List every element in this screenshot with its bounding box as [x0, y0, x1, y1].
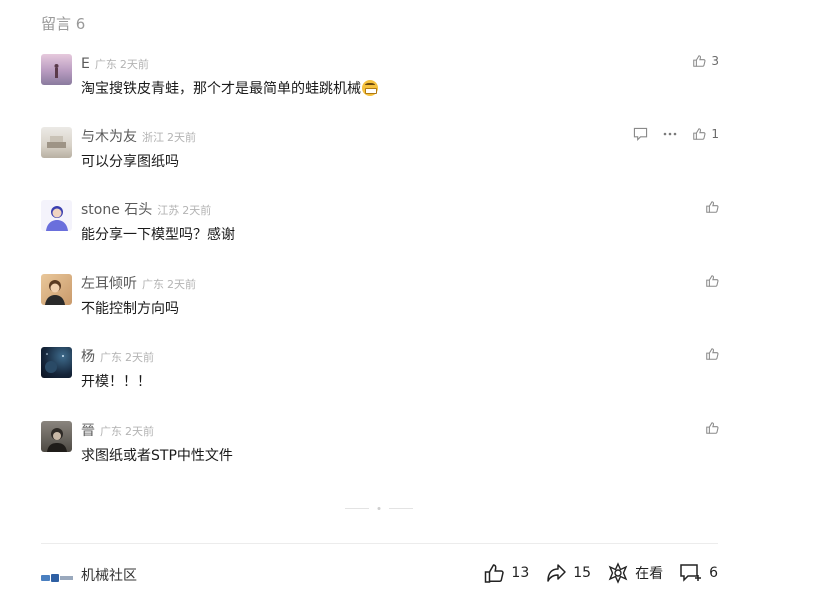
like-button[interactable] [705, 274, 719, 288]
comment-content: 可以分享图纸吗 [81, 154, 179, 170]
like-button[interactable] [705, 421, 719, 435]
comment-nickname[interactable]: 左耳倾听 [81, 276, 137, 292]
comment-nickname[interactable]: stone 石头 [81, 202, 152, 218]
like-button[interactable] [705, 200, 719, 214]
thumbs-up-icon [706, 275, 719, 287]
avatar[interactable] [41, 274, 72, 305]
footer-share-button[interactable]: 15 [545, 562, 591, 584]
footer-actions: 13 15 在看 6 [483, 562, 718, 584]
footer-like-button[interactable]: 13 [483, 562, 529, 584]
footer-wow-button[interactable]: 在看 [607, 562, 663, 584]
thumbs-up-icon [706, 201, 719, 213]
like-button[interactable] [705, 347, 719, 361]
comment-time: 2天前 [125, 351, 154, 364]
brand-name: 机械社区 [81, 568, 137, 584]
reply-bubble-icon [634, 127, 648, 141]
like-button[interactable]: 3 [692, 54, 719, 68]
comment-location: 广东 [100, 425, 122, 438]
thumbs-up-icon [485, 564, 505, 583]
thumbs-up-icon [706, 348, 719, 360]
more-dots-icon [664, 132, 677, 136]
like-button[interactable]: 1 [692, 127, 719, 141]
grin-emoji-icon [362, 80, 378, 96]
comment-content: 能分享一下模型吗？感谢 [81, 227, 235, 243]
comments-title: 留言 6 [41, 15, 86, 33]
avatar[interactable] [41, 421, 72, 452]
comment-content: 淘宝搜铁皮青蛙，那个才是最简单的蛙跳机械 [81, 79, 378, 99]
footer-like-count: 13 [511, 565, 530, 581]
thumbs-up-icon [693, 128, 706, 140]
comment-item: E 广东 2天前 淘宝搜铁皮青蛙，那个才是最简单的蛙跳机械 3 [41, 54, 719, 104]
like-count: 3 [711, 54, 719, 68]
comment-item: 与木为友 浙江 2天前 可以分享图纸吗 1 [41, 127, 719, 177]
comment-time: 2天前 [125, 425, 154, 438]
comment-nickname[interactable]: E [81, 56, 90, 72]
avatar[interactable] [41, 347, 72, 378]
comment-location: 广东 [94, 58, 117, 71]
comment-content: 不能控制方向吗 [81, 301, 179, 317]
end-divider [345, 507, 413, 510]
comment-time: 2天前 [119, 58, 149, 71]
flower-icon [608, 562, 628, 584]
thumbs-up-icon [693, 55, 706, 67]
more-button[interactable] [662, 127, 678, 141]
comment-item: 晉广东 2天前 求图纸或者STP中性文件 [41, 421, 719, 471]
like-count: 1 [711, 127, 719, 141]
footer-comment-button[interactable]: 6 [679, 562, 718, 584]
comment-time: 2天前 [167, 278, 196, 291]
comment-nickname[interactable]: 晉 [81, 423, 95, 439]
avatar[interactable] [41, 127, 72, 158]
thumbs-up-icon [706, 422, 719, 434]
comment-item: stone 石头 江苏 2天前 能分享一下模型吗？感谢 [41, 200, 719, 250]
footer-divider [41, 543, 718, 544]
comment-item: 左耳倾听 广东 2天前 不能控制方向吗 [41, 274, 719, 324]
comment-item: 杨广东 2天前 开模！！！ [41, 347, 719, 397]
avatar[interactable] [41, 200, 72, 231]
comment-location: 江苏 [157, 204, 180, 217]
comment-time: 2天前 [167, 131, 196, 144]
account-brand[interactable]: 机械社区 [41, 565, 137, 585]
comment-content: 求图纸或者STP中性文件 [81, 448, 233, 464]
comment-location: 广东 [100, 351, 122, 364]
footer-share-count: 15 [573, 565, 592, 581]
comment-time: 2天前 [182, 204, 212, 217]
footer-wow-label: 在看 [635, 566, 664, 582]
reply-button[interactable] [633, 127, 648, 141]
comment-location: 浙江 [142, 131, 164, 144]
comment-nickname[interactable]: 与木为友 [81, 129, 137, 145]
avatar[interactable] [41, 54, 72, 85]
brand-logo-icon [41, 569, 73, 582]
footer-comment-count: 6 [709, 565, 718, 581]
comment-location: 广东 [142, 278, 164, 291]
comment-plus-icon [680, 564, 702, 582]
comment-content: 开模！！！ [81, 374, 151, 390]
comment-nickname[interactable]: 杨 [81, 349, 95, 365]
share-arrow-icon [547, 564, 566, 582]
